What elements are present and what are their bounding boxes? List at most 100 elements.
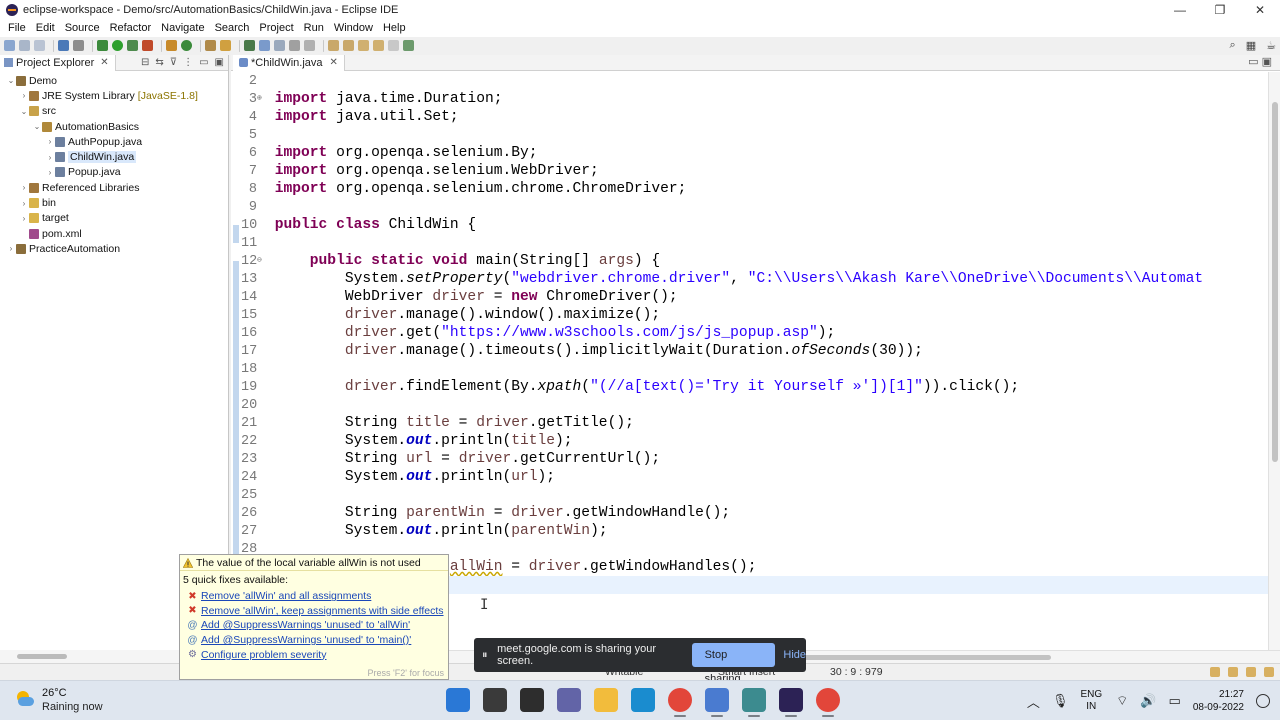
editor-vertical-scrollbar[interactable] — [1268, 72, 1280, 650]
menu-edit[interactable]: Edit — [31, 20, 60, 37]
pilcrow-icon[interactable] — [304, 40, 315, 51]
edge-icon[interactable] — [631, 688, 655, 712]
java-perspective-icon[interactable]: ☕ — [1266, 39, 1276, 52]
code-line[interactable]: 10 public class ChildWin { — [241, 216, 1268, 234]
file-explorer-icon[interactable] — [594, 688, 618, 712]
menu-window[interactable]: Window — [329, 20, 378, 37]
globe-app-icon[interactable] — [742, 688, 766, 717]
filter-icon[interactable]: ⊽ — [170, 57, 177, 68]
tree-item[interactable]: › ChildWin.java — [0, 149, 228, 164]
quick-fix-link[interactable]: Add @SuppressWarnings 'unused' to 'main(… — [201, 634, 411, 646]
open-type-icon[interactable] — [205, 40, 216, 51]
close-icon[interactable]: ✕ — [100, 57, 108, 68]
speaker-icon[interactable]: 🔊 — [1140, 693, 1156, 709]
new-icon[interactable] — [4, 40, 15, 51]
code-line[interactable]: 9 — [241, 198, 1268, 216]
code-line[interactable]: 11 — [241, 234, 1268, 252]
code-line[interactable]: 2 — [241, 72, 1268, 90]
tips-icon[interactable] — [1210, 667, 1220, 677]
chevron-down-icon[interactable]: ⌄ — [19, 107, 29, 116]
quick-fix-item[interactable]: @ Add @SuppressWarnings 'unused' to 'allW… — [180, 618, 448, 633]
search-icon[interactable]: ⌕ — [1230, 39, 1236, 52]
chevron-right-icon[interactable]: › — [19, 199, 29, 208]
external-tools-icon[interactable] — [142, 40, 153, 51]
quick-fix-link[interactable]: Configure problem severity — [201, 649, 326, 661]
menu-refactor[interactable]: Refactor — [105, 20, 157, 37]
chevron-right-icon[interactable]: › — [19, 214, 29, 223]
tree-item[interactable]: › JRE System Library [JavaSE-1.8] — [0, 88, 228, 103]
menu-run[interactable]: Run — [299, 20, 329, 37]
eclipse-icon[interactable] — [779, 688, 803, 717]
tree-item[interactable]: › target — [0, 211, 228, 226]
tab-project-explorer[interactable]: Project Explorer ✕ — [0, 54, 116, 71]
minimize-editor-icon[interactable]: ▭ — [1248, 56, 1258, 68]
tree-item[interactable]: › bin — [0, 195, 228, 210]
tree-item[interactable]: ⌄ src — [0, 104, 228, 119]
chevron-right-icon[interactable]: › — [19, 91, 29, 100]
code-line[interactable]: 19 driver.findElement(By.xpath("(//a[tex… — [241, 378, 1268, 396]
chevron-right-icon[interactable]: › — [45, 137, 55, 146]
code-line[interactable]: 14 WebDriver driver = new ChromeDriver()… — [241, 288, 1268, 306]
code-line[interactable]: 13 System.setProperty("webdriver.chrome.… — [241, 270, 1268, 288]
toggle-block-selection-icon[interactable] — [274, 40, 285, 51]
show-whitespace-icon[interactable] — [289, 40, 300, 51]
quick-fix-item[interactable]: ✖ Remove 'allWin', keep assignments with … — [180, 604, 448, 619]
tree-item[interactable]: ⌄ AutomationBasics — [0, 119, 228, 134]
code-line[interactable]: 18 — [241, 360, 1268, 378]
code-line[interactable]: 27 System.out.println(parentWin); — [241, 522, 1268, 540]
code-line[interactable]: 5 — [241, 126, 1268, 144]
last-edit-location-icon[interactable] — [358, 40, 369, 51]
task-view-icon[interactable] — [520, 688, 544, 712]
tree-item[interactable]: › Referenced Libraries — [0, 180, 228, 195]
collapse-all-icon[interactable]: ⊟ — [141, 57, 149, 68]
tree-item[interactable]: › PracticeAutomation — [0, 241, 228, 256]
code-line[interactable]: 3⊕ import java.time.Duration; — [241, 90, 1268, 108]
forward-icon[interactable] — [388, 40, 399, 51]
windows-start-icon[interactable] — [446, 688, 470, 712]
code-line[interactable]: 22 System.out.println(title); — [241, 432, 1268, 450]
minimize-view-icon[interactable]: ▭ — [199, 57, 208, 68]
stop-sharing-button[interactable]: Stop sharing — [691, 643, 776, 685]
new-class-icon[interactable] — [181, 40, 192, 51]
quick-fix-item[interactable]: @ Add @SuppressWarnings 'unused' to 'main… — [180, 633, 448, 648]
chevron-up-icon[interactable]: ︿ — [1027, 692, 1040, 711]
code-line[interactable]: 23 String url = driver.getCurrentUrl(); — [241, 450, 1268, 468]
code-line[interactable]: 24 System.out.println(url); — [241, 468, 1268, 486]
chrome-icon[interactable] — [816, 688, 840, 717]
notepad-icon[interactable] — [705, 688, 729, 717]
code-line[interactable]: 25 — [241, 486, 1268, 504]
search-toolbar-icon[interactable] — [220, 40, 231, 51]
pin-editor-icon[interactable] — [403, 40, 414, 51]
code-line[interactable]: 17 driver.manage().timeouts().implicitly… — [241, 342, 1268, 360]
notification-icon[interactable] — [1256, 694, 1270, 708]
run-icon[interactable] — [112, 40, 123, 51]
code-line[interactable]: 15 driver.manage().window().maximize(); — [241, 306, 1268, 324]
close-icon[interactable]: ✕ — [330, 57, 338, 68]
menu-search[interactable]: Search — [210, 20, 255, 37]
code-line[interactable]: 12⊖ public static void main(String[] arg… — [241, 252, 1268, 270]
save-icon[interactable] — [19, 40, 30, 51]
teams-chat-icon[interactable] — [557, 688, 581, 712]
notifications-icon[interactable] — [1228, 667, 1238, 677]
fold-toggle-icon[interactable]: ⊖ — [257, 252, 266, 270]
code-line[interactable]: 4 import java.util.Set; — [241, 108, 1268, 126]
quick-fix-item[interactable]: ✖ Remove 'allWin' and all assignments — [180, 589, 448, 604]
save-all-icon[interactable] — [34, 40, 45, 51]
hide-button[interactable]: Hide — [783, 649, 806, 661]
code-line[interactable]: 26 String parentWin = driver.getWindowHa… — [241, 504, 1268, 522]
tab-childwin-java[interactable]: *ChildWin.java ✕ — [233, 54, 345, 71]
tree-item[interactable]: pom.xml — [0, 226, 228, 241]
quick-fix-link[interactable]: Remove 'allWin', keep assignments with s… — [201, 605, 444, 617]
progress-icon[interactable] — [1246, 667, 1256, 677]
maximize-view-icon[interactable]: ▣ — [215, 57, 224, 68]
chevron-down-icon[interactable]: ⌄ — [32, 122, 42, 131]
skip-breakpoints-icon[interactable] — [73, 40, 84, 51]
toggle-mark-occurrences-icon[interactable] — [259, 40, 270, 51]
chevron-down-icon[interactable]: ⌄ — [6, 76, 16, 85]
menu-source[interactable]: Source — [60, 20, 105, 37]
chevron-right-icon[interactable]: › — [45, 168, 55, 177]
microphone-icon[interactable]: 🎙 — [1052, 693, 1069, 709]
back-icon[interactable] — [373, 40, 384, 51]
chevron-right-icon[interactable]: › — [45, 153, 55, 162]
view-menu-icon[interactable]: ⋮ — [183, 57, 193, 68]
